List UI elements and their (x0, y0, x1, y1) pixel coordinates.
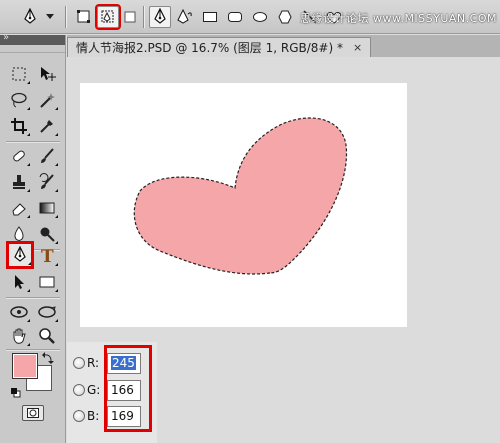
document-canvas[interactable] (80, 83, 407, 327)
magic-wand-icon[interactable] (36, 89, 58, 111)
red-radio[interactable] (73, 357, 85, 369)
foreground-color-swatch[interactable] (12, 353, 38, 379)
options-separator (143, 6, 144, 28)
document-tab[interactable]: 情人节海报2.PSD @ 16.7% (图层 1, RGB/8#) * × (67, 37, 372, 57)
tool-preset-pen-icon[interactable] (18, 6, 42, 28)
freeform-pen-icon[interactable] (174, 6, 196, 28)
pen-icon[interactable] (149, 6, 171, 28)
ellipse-icon[interactable] (249, 6, 271, 28)
green-radio[interactable] (73, 384, 85, 396)
eraser-icon[interactable] (8, 197, 30, 219)
pen-tool-icon[interactable] (6, 241, 34, 269)
path-selection-icon[interactable] (8, 271, 30, 293)
quick-mask-icon[interactable] (22, 405, 44, 421)
document-tab-bar: 情人节海报2.PSD @ 16.7% (图层 1, RGB/8#) * × (67, 35, 500, 57)
document-title: 情人节海报2.PSD @ 16.7% (图层 1, RGB/8#) * (76, 41, 343, 55)
blue-radio[interactable] (73, 410, 85, 422)
gradient-icon[interactable] (36, 197, 58, 219)
fill-pixels-icon[interactable] (121, 6, 139, 28)
tool-preset-dropdown-icon[interactable] (44, 6, 56, 28)
hand-tool-icon[interactable] (8, 325, 30, 347)
tools-panel: » T (0, 32, 66, 443)
shape-layers-icon[interactable] (73, 6, 95, 28)
tools-panel-grip[interactable] (0, 45, 65, 53)
options-separator (65, 6, 66, 28)
svg-text:T: T (41, 247, 54, 265)
lasso-icon[interactable] (8, 89, 30, 111)
swap-colors-icon[interactable] (42, 349, 54, 364)
rounded-rectangle-icon[interactable] (224, 6, 246, 28)
type-tool-icon[interactable]: T (36, 245, 58, 267)
zoom-tool-icon[interactable] (36, 325, 58, 347)
rectangle-icon[interactable] (199, 6, 221, 28)
default-colors-icon[interactable] (10, 383, 21, 398)
3d-rotate-icon[interactable] (8, 301, 30, 323)
rectangle-shape-tool-icon[interactable] (36, 271, 58, 293)
options-bar: 思缘设计论坛 www.MISSYUAN.COM (0, 0, 500, 34)
rectangular-marquee-icon[interactable] (8, 63, 30, 85)
watermark-text: 思缘设计论坛 www.MISSYUAN.COM (299, 12, 497, 25)
paths-icon[interactable] (95, 4, 121, 30)
heart-selection (133, 117, 348, 275)
crop-icon[interactable] (8, 115, 30, 137)
move-tool-icon[interactable] (36, 63, 58, 85)
polygon-icon[interactable] (274, 6, 296, 28)
history-brush-icon[interactable] (36, 171, 58, 193)
clone-stamp-icon[interactable] (8, 171, 30, 193)
collapse-panel-icon[interactable]: » (3, 32, 9, 43)
rgb-highlight-box (104, 345, 152, 432)
spot-healing-brush-icon[interactable] (8, 145, 30, 167)
close-document-icon[interactable]: × (353, 41, 362, 54)
dodge-icon[interactable] (36, 223, 58, 245)
tools-panel-header[interactable]: » (0, 32, 65, 45)
3d-orbit-icon[interactable] (36, 301, 58, 323)
brush-icon[interactable] (36, 145, 58, 167)
eyedropper-icon[interactable] (36, 115, 58, 137)
